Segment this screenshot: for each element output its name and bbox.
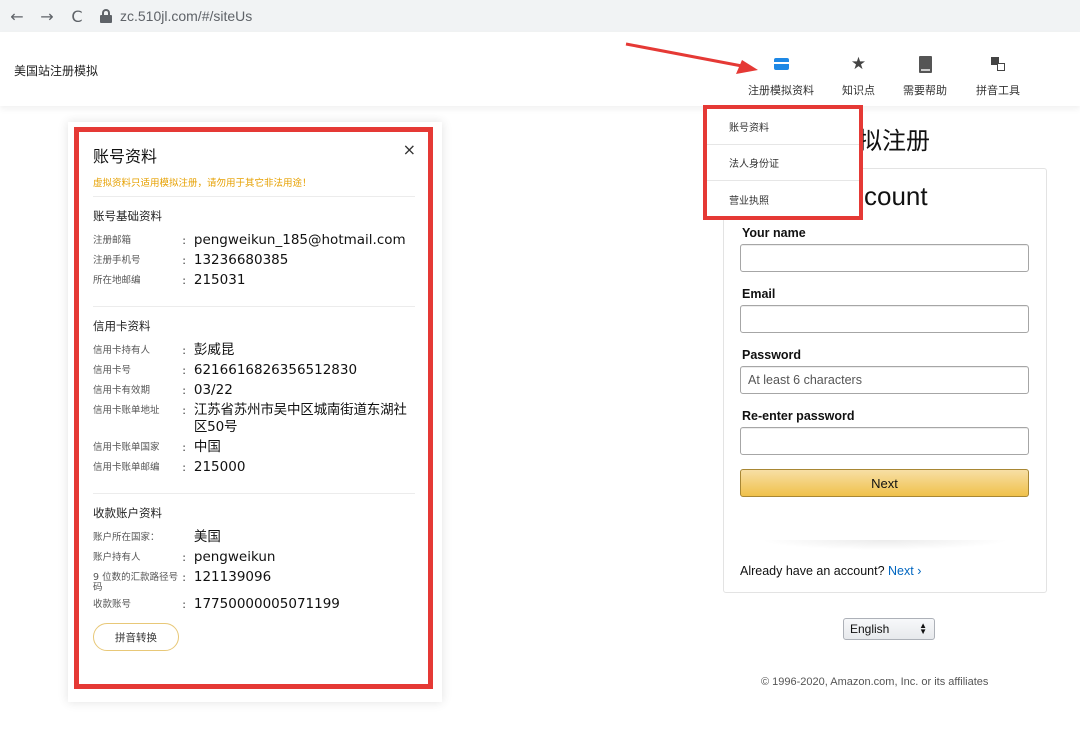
language-select[interactable]: English ▲ ▼: [843, 618, 935, 640]
nav-help[interactable]: 需要帮助: [903, 54, 947, 98]
reenter-password-input[interactable]: [740, 427, 1029, 455]
info-row: 信用卡号:6216616826356512830: [93, 362, 415, 379]
row-key: 信用卡账单国家: [93, 442, 160, 453]
section-title: 收款账户资料: [93, 506, 162, 520]
row-key: 信用卡持有人: [93, 345, 151, 356]
nav-label: 需要帮助: [903, 84, 947, 97]
password-input[interactable]: [740, 366, 1029, 394]
info-row: 信用卡账单地址: 江苏省苏州市吴中区城南街道东湖社区50号: [93, 402, 415, 436]
form-heading: count: [864, 181, 928, 211]
close-icon[interactable]: ×: [403, 140, 416, 159]
row-key: 信用卡账单地址: [93, 405, 160, 416]
row-value: pengweikun: [193, 549, 276, 565]
row-key: 账户持有人: [93, 552, 141, 563]
browser-toolbar: ← → C zc.510jl.com/#/siteUs: [0, 0, 1080, 32]
translate-icon: [991, 57, 1005, 71]
star-icon: ★: [850, 53, 867, 74]
password-label: Password: [742, 348, 802, 362]
lock-icon: [100, 9, 112, 23]
row-value: pengweikun_185@hotmail.com: [193, 232, 406, 248]
select-arrows-icon: ▲ ▼: [919, 621, 927, 636]
row-value: 121139096: [193, 569, 272, 585]
sign-in-prompt-text: Already have an account?: [740, 564, 885, 578]
nav-pinyin-tool[interactable]: 拼音工具: [976, 54, 1020, 98]
row-value: 6216616826356512830: [193, 362, 358, 378]
info-row: 信用卡持有人: 彭威昆: [93, 342, 415, 359]
section-payout-account: 收款账户资料 账户所在国家： 美国 账户持有人: pengweikun 9 位数的汇…: [93, 505, 415, 665]
url-text[interactable]: zc.510jl.com/#/siteUs: [120, 8, 252, 24]
row-value: 17750000005071199: [193, 596, 340, 612]
forward-icon[interactable]: →: [32, 7, 62, 26]
your-name-input[interactable]: [740, 244, 1029, 272]
card-icon: [773, 58, 789, 70]
app-header: 美国站注册模拟 注册模拟资料 ★ 知识点 需要帮助 拼音工具: [0, 32, 1080, 106]
reenter-password-label: Re-enter password: [742, 409, 855, 423]
next-button[interactable]: Next: [740, 469, 1029, 497]
nav-label: 知识点: [842, 84, 875, 97]
info-row: 注册手机号:13236680385: [93, 252, 415, 269]
registration-data-dropdown: 账号资料 法人身份证 营业执照: [703, 105, 863, 220]
info-row: 收款账号:17750000005071199: [93, 596, 415, 613]
section-title: 信用卡资料: [93, 319, 151, 333]
site-title: 美国站注册模拟: [14, 64, 99, 78]
row-key: 注册手机号: [93, 255, 141, 266]
info-row: 信用卡有效期:03/22: [93, 382, 415, 399]
dropdown-item-business-license[interactable]: 营业执照: [707, 181, 859, 217]
row-key: 9 位数的汇款路径号码: [93, 572, 179, 593]
email-label: Email: [742, 287, 776, 301]
info-row: 信用卡账单国家: 中国: [93, 439, 415, 456]
dropdown-item-account-data[interactable]: 账号资料: [707, 109, 859, 145]
your-name-label: Your name: [742, 226, 806, 240]
account-data-panel: 账号资料 × 虚拟资料只适用模拟注册，请勿用于其它非法用途！ 账号基础资料 注册…: [74, 127, 433, 689]
address-bar[interactable]: zc.510jl.com/#/siteUs: [100, 3, 252, 29]
annotation-arrow-icon: [625, 42, 758, 74]
info-row: 账户持有人: pengweikun: [93, 549, 415, 566]
info-row: 账户所在国家： 美国: [93, 529, 415, 546]
nav-label: 注册模拟资料: [748, 84, 814, 97]
copyright-text: © 1996-2020, Amazon.com, Inc. or its aff…: [761, 676, 989, 688]
info-row: 所在地邮编:215031: [93, 272, 415, 289]
book-icon: [918, 55, 932, 73]
section-title: 账号基础资料: [93, 209, 162, 223]
page-heading: 拟注册: [858, 127, 930, 155]
divider: [760, 540, 1010, 550]
row-value: 13236680385: [193, 252, 289, 268]
row-value: 彭威昆: [193, 342, 235, 358]
dropdown-item-legal-id[interactable]: 法人身份证: [707, 145, 859, 181]
row-key: 所在地邮编: [93, 275, 141, 286]
nav-label: 拼音工具: [976, 84, 1020, 97]
row-key: 信用卡账单邮编: [93, 462, 160, 473]
section-credit-card: 信用卡资料 信用卡持有人: 彭威昆 信用卡号:621661682635651283…: [93, 318, 415, 494]
reload-icon[interactable]: C: [62, 7, 92, 26]
row-key: 信用卡有效期: [93, 385, 151, 396]
nav-knowledge[interactable]: ★ 知识点: [842, 54, 875, 98]
row-key: 信用卡号: [93, 365, 132, 376]
row-key: 注册邮箱: [93, 235, 132, 246]
row-key: 账户所在国家：: [93, 532, 160, 543]
row-value: 03/22: [193, 382, 233, 398]
row-value: 美国: [193, 529, 221, 545]
info-row: 注册邮箱: pengweikun_185@hotmail.com: [93, 232, 415, 249]
row-value: 215031: [193, 272, 246, 288]
row-value: 江苏省苏州市吴中区城南街道东湖社区50号: [193, 402, 407, 435]
info-row: 信用卡账单邮编:215000: [93, 459, 415, 476]
sign-in-link[interactable]: Next ›: [888, 564, 921, 578]
info-row: 9 位数的汇款路径号码:121139096: [93, 569, 415, 593]
section-account-basic: 账号基础资料 注册邮箱: pengweikun_185@hotmail.com 注…: [93, 208, 415, 307]
pinyin-convert-button[interactable]: 拼音转换: [93, 623, 179, 651]
warning-text: 虚拟资料只适用模拟注册，请勿用于其它非法用途！: [93, 175, 415, 197]
row-value: 中国: [193, 439, 221, 455]
language-value: English: [850, 622, 890, 636]
email-input[interactable]: [740, 305, 1029, 333]
sign-in-prompt: Already have an account? Next ›: [740, 564, 921, 578]
panel-title: 账号资料: [93, 147, 158, 166]
back-icon[interactable]: ←: [2, 7, 32, 26]
row-key: 收款账号: [93, 599, 132, 610]
row-value: 215000: [193, 459, 246, 475]
